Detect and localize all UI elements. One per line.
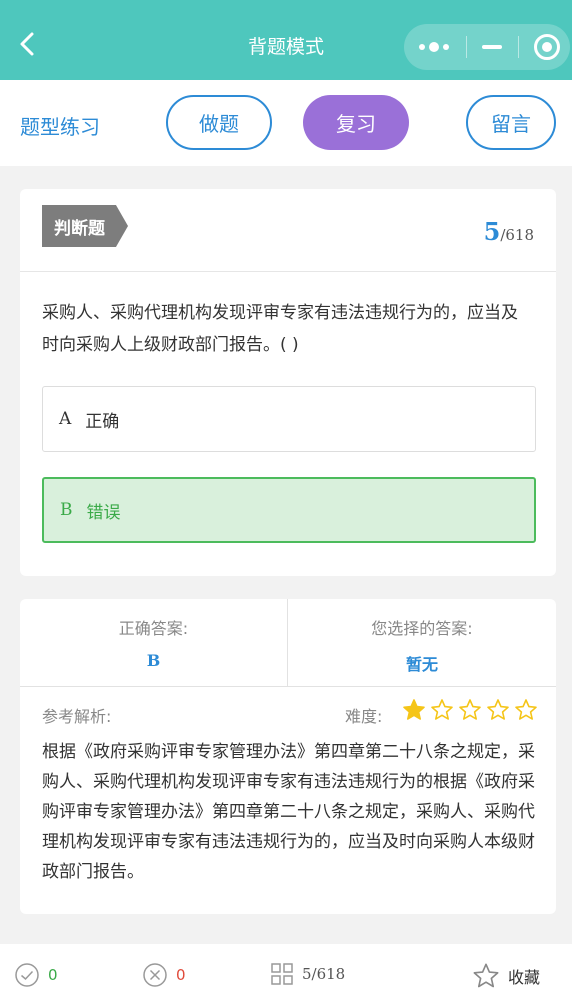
capsule-divider [466,36,467,58]
correct-answer-title: 正确答案: [118,619,189,638]
correct-answer-value: B [146,651,161,670]
star-filled-icon [403,699,425,720]
favorite-button[interactable]: 收藏 [472,962,540,990]
capsule-divider [518,36,519,58]
question-text: 采购人、采购代理机构发现评审专家有违法违规行为的，应当及时向采购人上级财政部门报… [42,303,518,355]
correct-count-button[interactable]: 0 [14,962,58,988]
minimize-button[interactable] [470,24,516,70]
chosen-answer-title: 您选择的答案: [371,619,473,638]
check-circle-icon [15,963,39,987]
chosen-answer-panel: 您选择的答案: 暂无 [288,599,556,686]
message-button[interactable]: 留言 [466,95,556,150]
star-empty-icon [431,699,453,720]
analysis-text: 根据《政府采购评审专家管理办法》第四章第二十八条之规定，采购人、采购代理机构发现… [42,742,535,882]
question-card: 判断题 5/618 采购人、采购代理机构发现评审专家有违法违规行为的，应当及时向… [20,189,556,576]
option-b[interactable]: B 错误 [42,477,536,543]
star-empty-icon [459,699,481,720]
nav-bar: 背题模式 [0,0,572,80]
divider [20,271,556,272]
wrong-count-button[interactable]: 0 [142,962,186,988]
current-question-number: 5 [483,217,501,246]
option-text: 正确 [85,411,120,432]
practice-type-label: 题型练习 [20,115,100,139]
option-letter: A [59,409,72,429]
divider [20,686,556,687]
total-questions: /618 [500,226,534,244]
option-letter: B [60,500,73,520]
option-a[interactable]: A 正确 [42,386,536,452]
star-empty-icon [515,699,537,720]
favorite-label: 收藏 [508,968,541,987]
bottom-bar: 0 0 5/618 收藏 [0,944,572,1004]
review-button[interactable]: 复习 [303,95,409,150]
difficulty-stars [402,698,538,722]
progress-text: 5/618 [302,965,346,983]
more-dot-icon [429,42,439,52]
x-circle-icon [143,963,167,987]
close-button[interactable] [524,24,570,70]
analysis-label: 参考解析: [42,707,112,726]
question-counter: 5/618 [484,217,534,246]
difficulty-label: 难度: [345,707,383,726]
grid-icon [271,963,293,985]
star-outline-icon [473,963,499,988]
mode-bar: 题型练习 做题 复习 留言 [0,80,572,166]
more-dot-icon [419,44,425,50]
correct-answer-panel: 正确答案: B [20,599,288,686]
close-dot-icon [542,42,552,52]
star-empty-icon [487,699,509,720]
option-text: 错误 [86,502,121,523]
wrong-count: 0 [176,966,186,984]
answer-card: 正确答案: B 您选择的答案: 暂无 参考解析: 难度: 根据《政府采购评审专家… [20,599,556,914]
correct-count: 0 [48,966,58,984]
question-grid-button[interactable]: 5/618 [270,962,345,986]
more-dot-icon [443,44,449,50]
more-menu-button[interactable] [404,24,464,70]
do-question-button[interactable]: 做题 [166,95,272,150]
question-type-badge: 判断题 [42,205,128,247]
mini-program-capsule [404,24,570,70]
chosen-answer-value: 暂无 [405,655,438,674]
